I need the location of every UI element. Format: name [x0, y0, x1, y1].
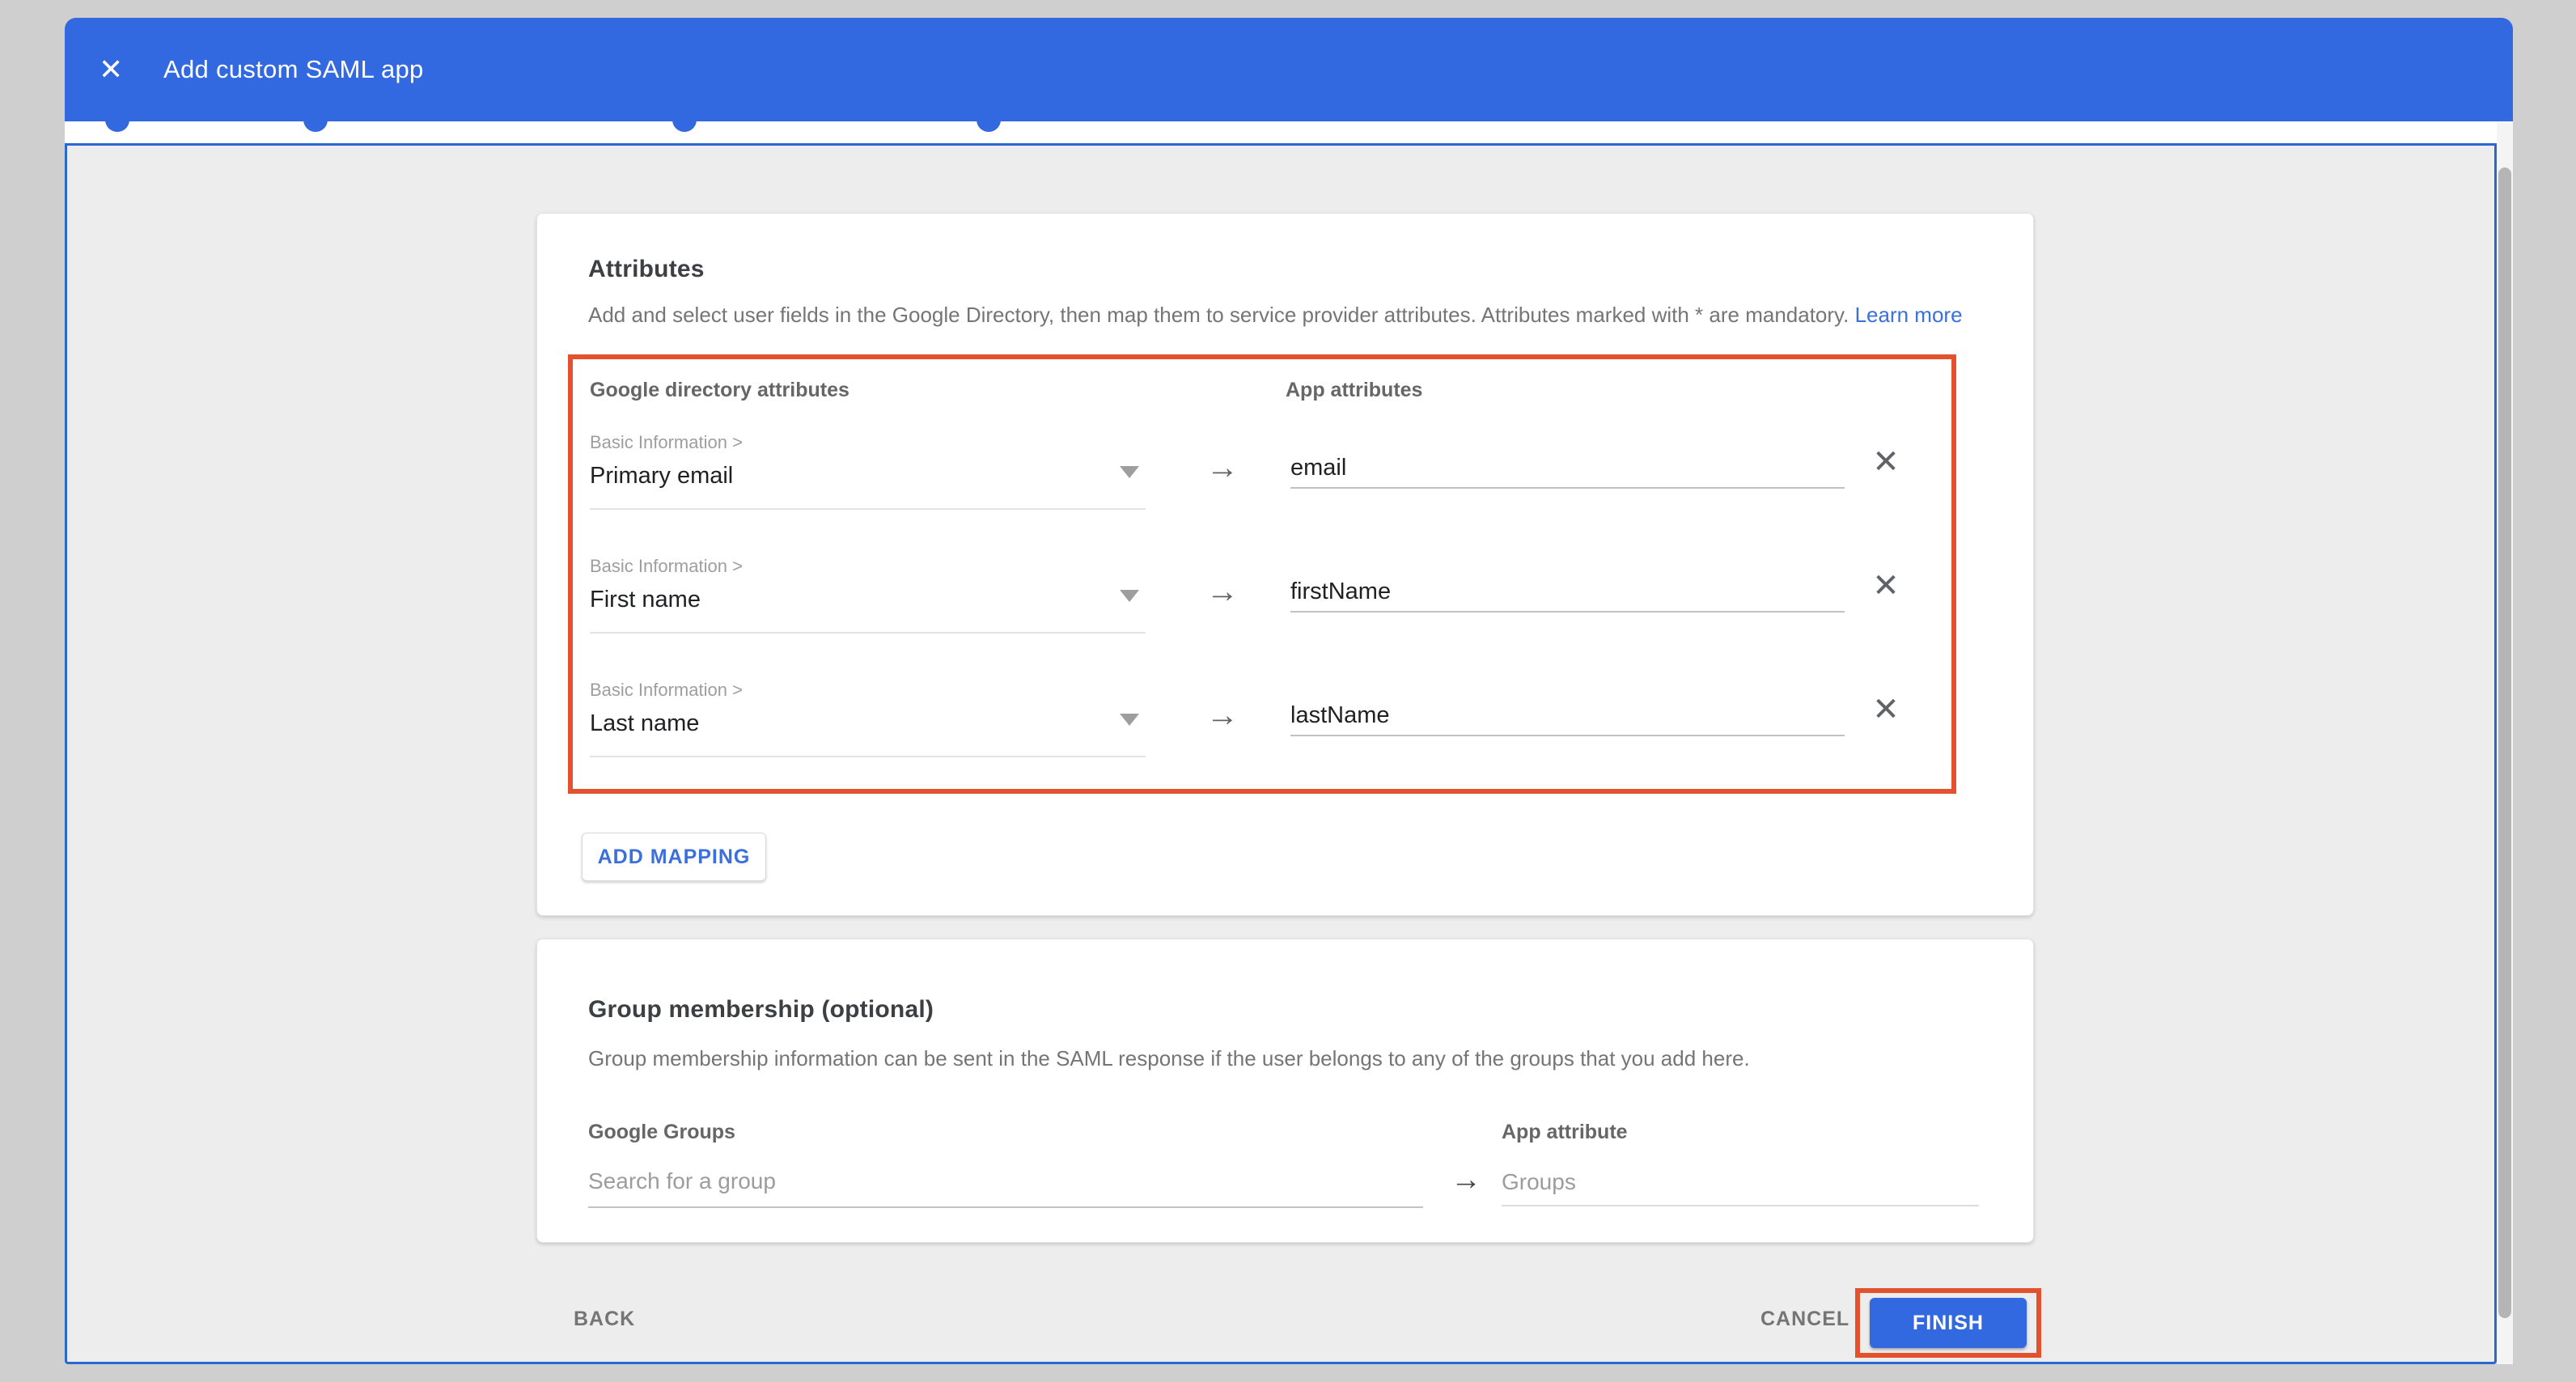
- attributes-card: Attributes Add and select user fields in…: [536, 213, 2034, 916]
- learn-more-link[interactable]: Learn more: [1855, 303, 1963, 327]
- dropdown-arrow-icon[interactable]: [1120, 466, 1139, 478]
- attribute-category-label: Basic Information >: [590, 680, 743, 701]
- app-attribute-input[interactable]: [1290, 448, 1845, 489]
- group-membership-card: Group membership (optional) Group member…: [536, 939, 2034, 1243]
- mapping-row-last-name: Basic Information > Last name → ✕: [590, 680, 1933, 797]
- dropdown-arrow-icon[interactable]: [1120, 714, 1139, 726]
- attributes-card-description: Add and select user fields in the Google…: [588, 303, 1963, 328]
- directory-attribute-select[interactable]: Last name: [590, 710, 699, 737]
- directory-attributes-column-header: Google directory attributes: [590, 379, 849, 402]
- maps-to-arrow-icon: →: [1442, 1163, 1490, 1198]
- mapping-row-primary-email: Basic Information > Primary email → ✕: [590, 432, 1933, 549]
- google-groups-label: Google Groups: [588, 1121, 735, 1144]
- add-mapping-button[interactable]: ADD MAPPING: [582, 833, 766, 881]
- attribute-category-label: Basic Information >: [590, 556, 743, 577]
- directory-attribute-select[interactable]: Primary email: [590, 463, 733, 490]
- maps-to-arrow-icon: →: [1198, 574, 1247, 610]
- select-underline: [590, 756, 1146, 757]
- group-card-description: Group membership information can be sent…: [588, 1046, 1750, 1071]
- dropdown-arrow-icon[interactable]: [1120, 590, 1139, 602]
- app-attribute-input[interactable]: [1290, 572, 1845, 613]
- app-attributes-column-header: App attributes: [1286, 379, 1422, 402]
- attribute-category-label: Basic Information >: [590, 432, 743, 453]
- cancel-button[interactable]: CANCEL: [1760, 1308, 1849, 1331]
- delete-mapping-icon[interactable]: ✕: [1868, 691, 1904, 728]
- delete-mapping-icon[interactable]: ✕: [1868, 443, 1904, 481]
- attributes-description-text: Add and select user fields in the Google…: [588, 303, 1849, 327]
- delete-mapping-icon[interactable]: ✕: [1868, 567, 1904, 604]
- group-card-title: Group membership (optional): [588, 996, 934, 1024]
- dialog-header: ✕ Add custom SAML app: [65, 18, 2513, 121]
- maps-to-arrow-icon: →: [1198, 697, 1247, 734]
- attributes-card-title: Attributes: [588, 256, 705, 283]
- mapping-row-first-name: Basic Information > First name → ✕: [590, 556, 1933, 673]
- mapping-annotation-box: Google directory attributes App attribut…: [568, 354, 1956, 794]
- app-attribute-input[interactable]: [1290, 696, 1845, 736]
- directory-attribute-select[interactable]: First name: [590, 587, 701, 613]
- select-underline: [590, 632, 1146, 634]
- scrollbar-thumb[interactable]: [2498, 167, 2511, 1318]
- add-custom-saml-app-dialog: ✕ Add custom SAML app Attributes Add and…: [0, 0, 2576, 1382]
- app-attribute-label: App attribute: [1502, 1121, 1628, 1144]
- back-button[interactable]: BACK: [574, 1308, 635, 1331]
- maps-to-arrow-icon: →: [1198, 450, 1247, 486]
- close-icon[interactable]: ✕: [99, 53, 131, 87]
- scrollbar-track[interactable]: [2497, 121, 2513, 1364]
- select-underline: [590, 508, 1146, 510]
- stepper-strip: [65, 120, 2513, 143]
- finish-button[interactable]: FINISH: [1870, 1298, 2027, 1348]
- groups-app-attribute-input[interactable]: [1502, 1159, 1979, 1206]
- group-search-input[interactable]: [588, 1156, 1423, 1208]
- dialog-title: Add custom SAML app: [163, 55, 424, 84]
